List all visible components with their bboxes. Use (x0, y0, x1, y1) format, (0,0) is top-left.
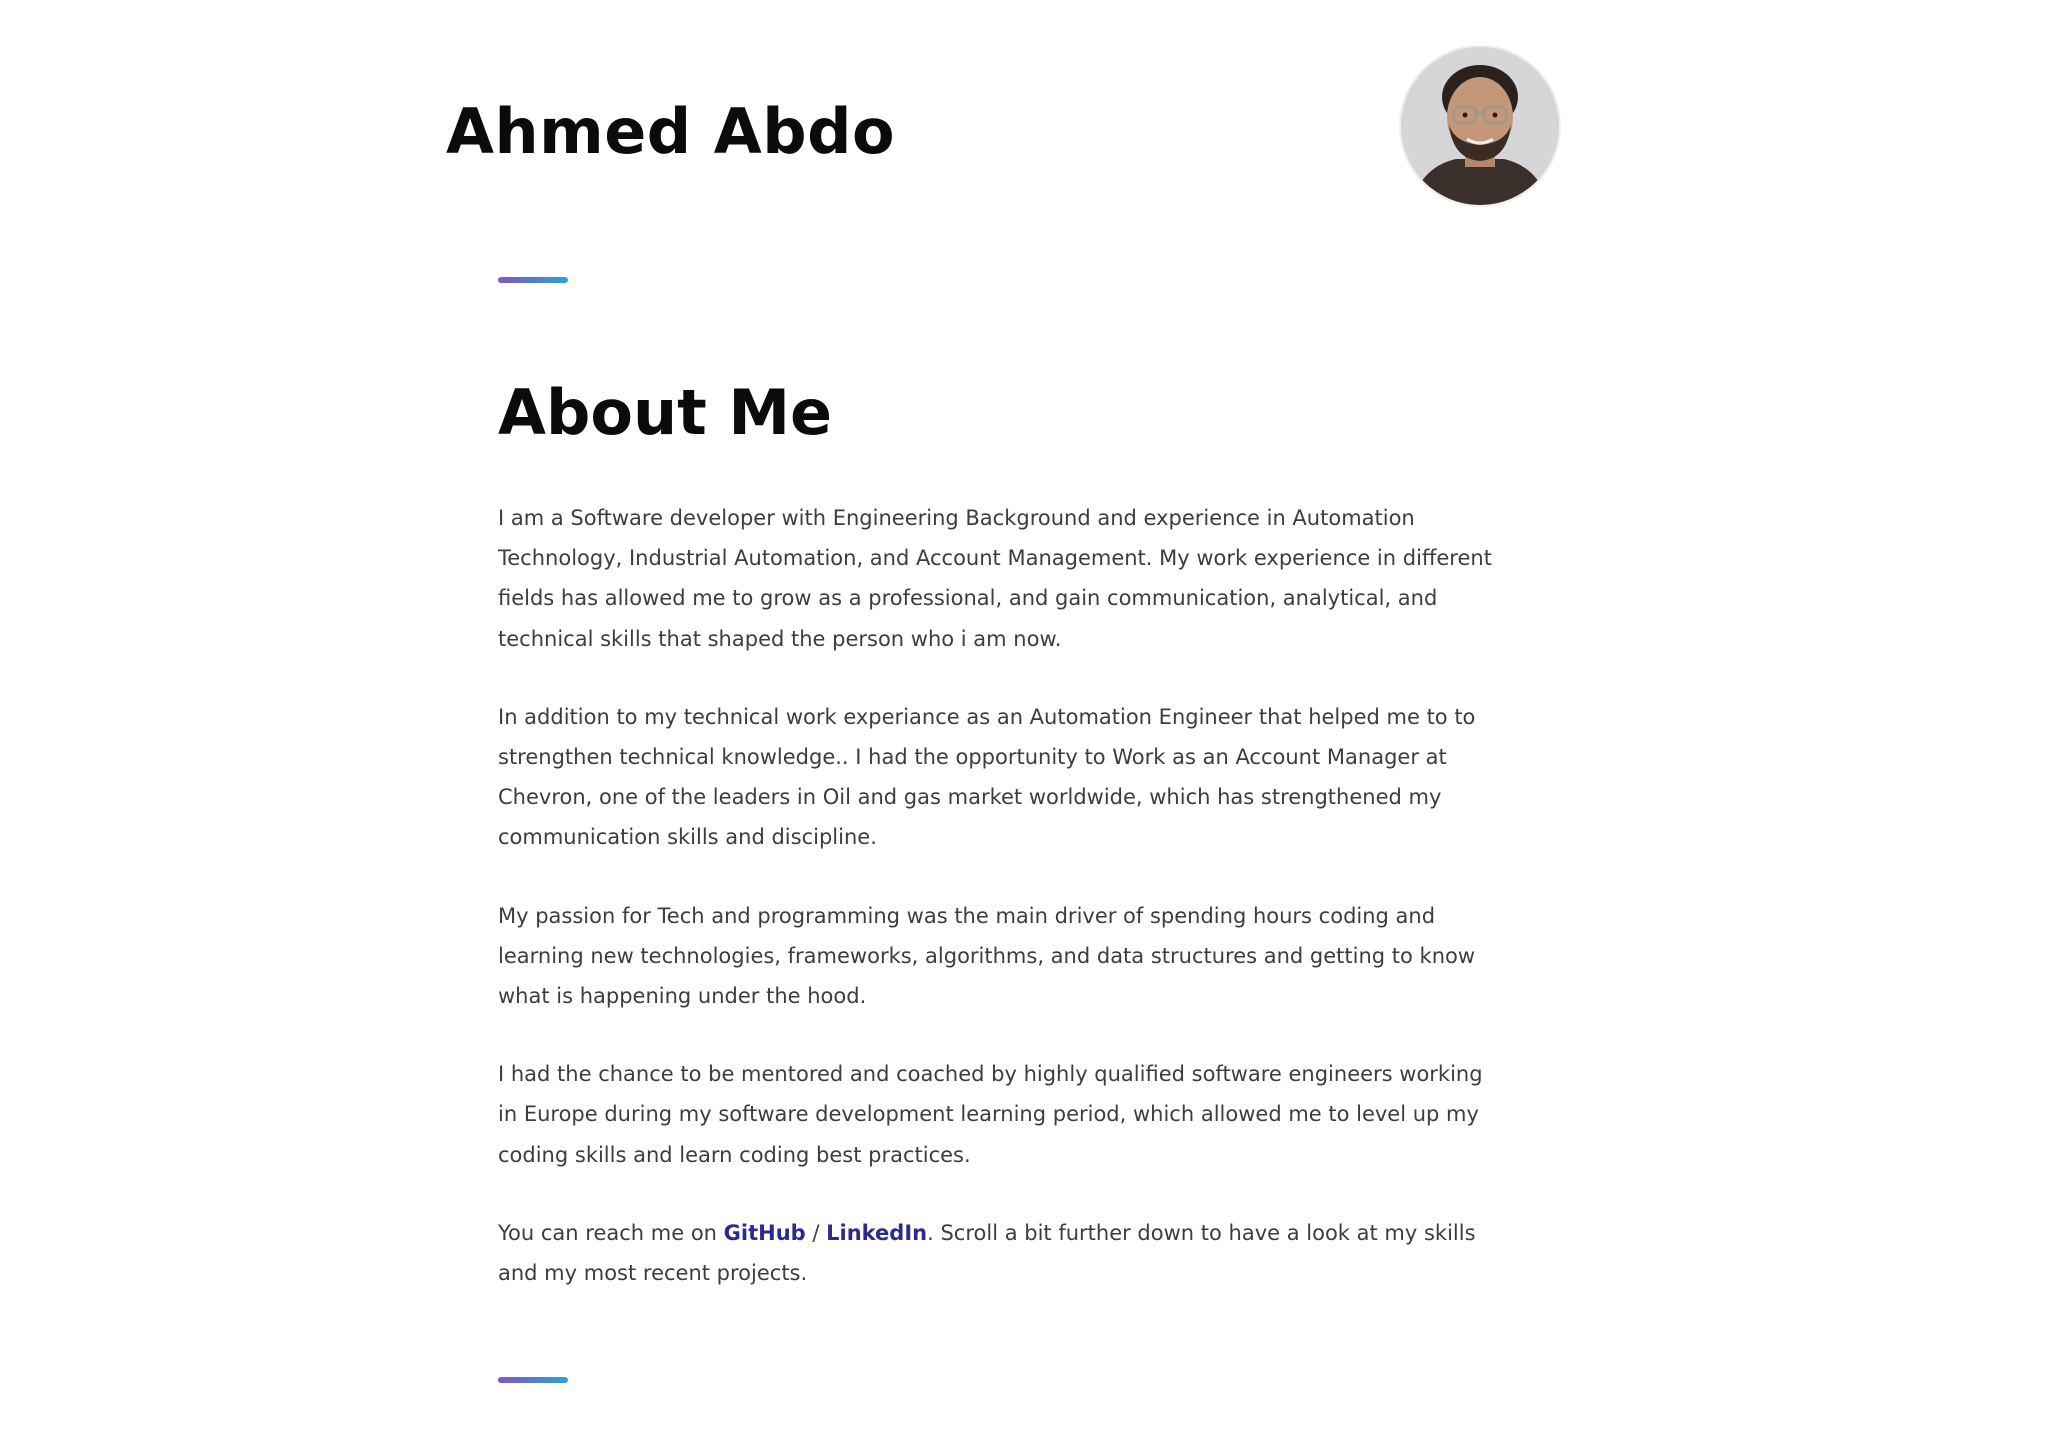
avatar (1401, 47, 1559, 205)
profile-photo-icon (1401, 47, 1559, 205)
contact-paragraph: You can reach me on GitHub / LinkedIn. S… (498, 1213, 1498, 1293)
site-name[interactable]: Ahmed Abdo (446, 92, 895, 172)
about-paragraph: I had the chance to be mentored and coac… (498, 1062, 1483, 1167)
about-section: About Me I am a Software developer with … (498, 370, 1498, 1331)
github-link[interactable]: GitHub (724, 1221, 806, 1245)
linkedin-link[interactable]: LinkedIn (826, 1221, 927, 1245)
about-title: About Me (498, 376, 833, 449)
contact-prefix: You can reach me on (498, 1220, 724, 1245)
about-paragraph: In addition to my technical work experia… (498, 704, 1476, 850)
about-paragraph: I am a Software developer with Engineeri… (498, 506, 1492, 651)
link-separator: / (805, 1220, 827, 1245)
about-paragraph: My passion for Tech and programming was … (498, 903, 1476, 1009)
section-divider (498, 1377, 568, 1383)
section-divider (498, 277, 568, 283)
site-header: Ahmed Abdo (0, 0, 2048, 230)
